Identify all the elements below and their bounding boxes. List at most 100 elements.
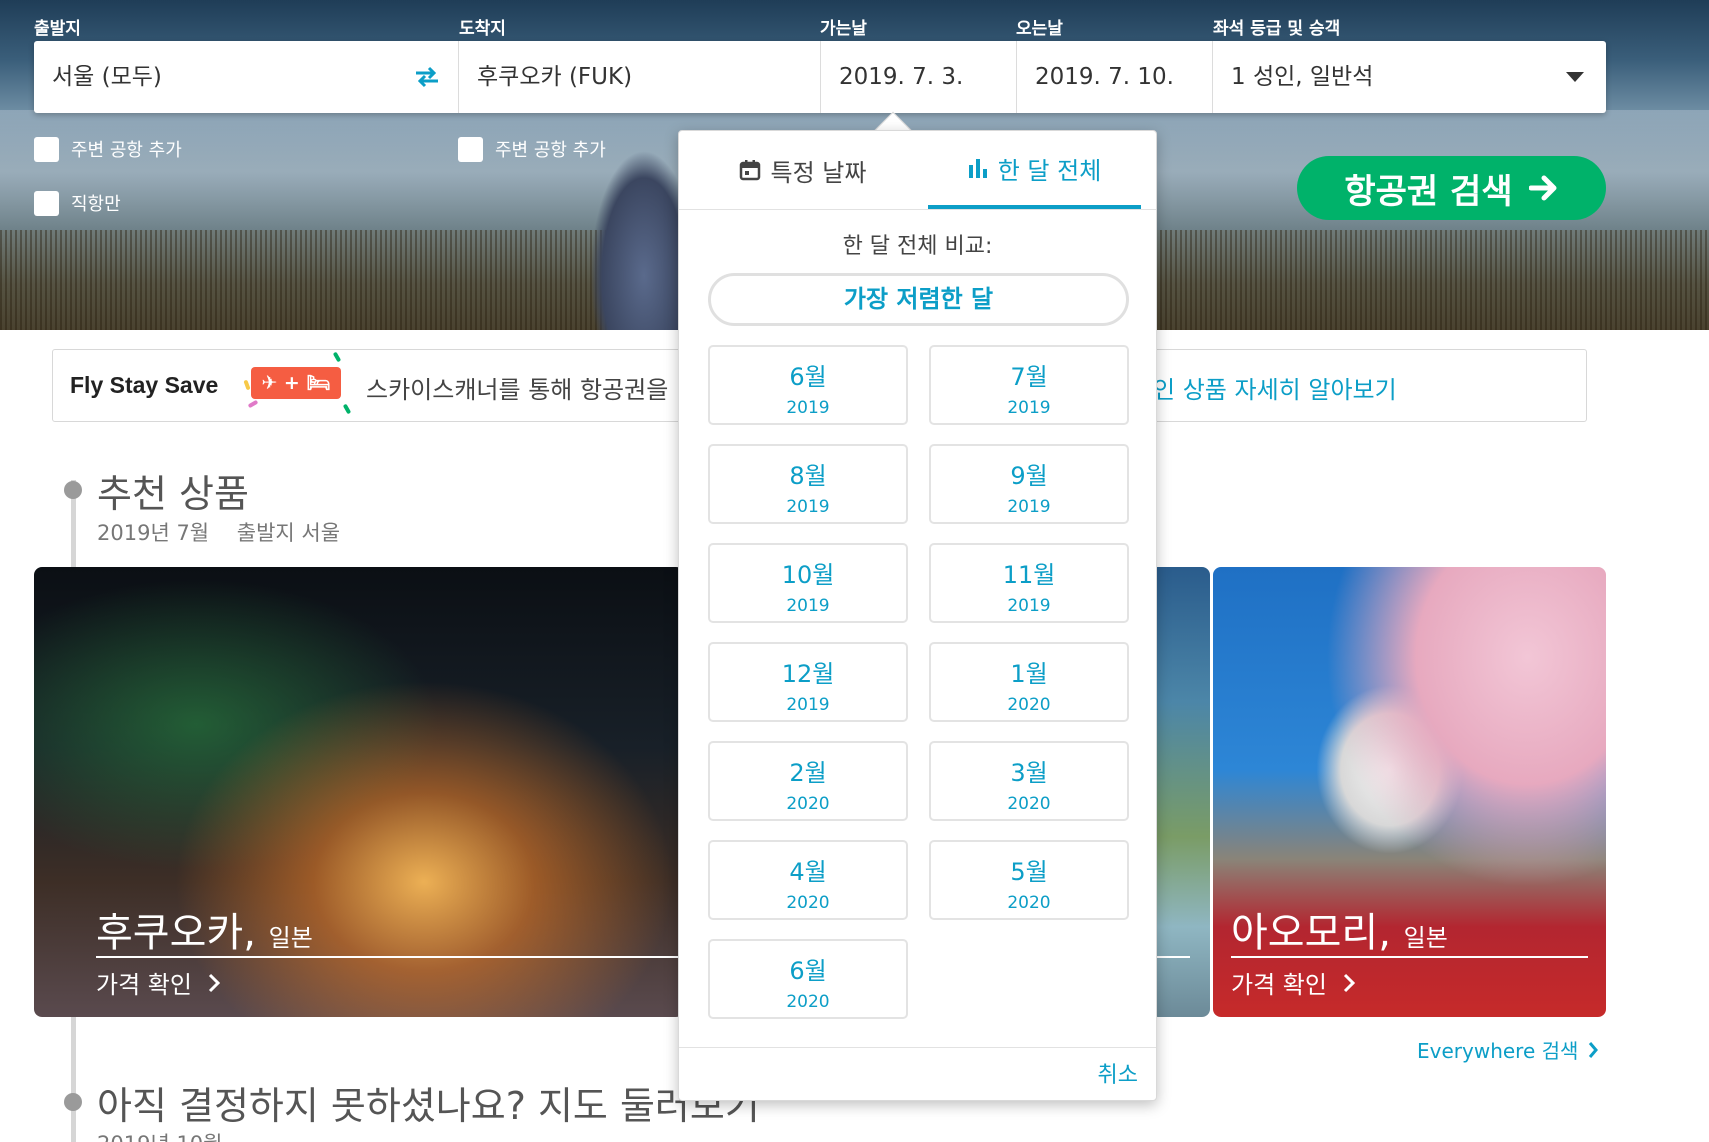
month-option[interactable]: 9월 2019: [929, 444, 1129, 524]
depart-label: 가는날: [820, 19, 867, 39]
search-button-label: 항공권 검색: [1344, 171, 1513, 212]
confetti-decoration: [342, 403, 352, 415]
confetti-decoration: [247, 399, 259, 409]
swap-icon[interactable]: [414, 66, 440, 88]
destination-card-partial[interactable]: [1150, 567, 1210, 1017]
timeline-dot: [64, 1093, 82, 1111]
destination-field[interactable]: 후쿠오카 (FUK): [459, 41, 821, 113]
nearby-origin-checkbox[interactable]: 주변 공항 추가: [34, 136, 182, 162]
cabin-select[interactable]: 1 성인, 일반석: [1213, 41, 1606, 113]
year-label: 2019: [786, 695, 830, 715]
confetti-decoration: [332, 351, 342, 363]
card-country: 일본: [1403, 924, 1448, 952]
cancel-button[interactable]: 취소: [1098, 1057, 1138, 1089]
fss-description: 스카이스캐너를 통해 항공권을: [366, 376, 669, 404]
destination-value: 후쿠오카 (FUK): [477, 64, 633, 90]
return-value: 2019. 7. 10.: [1035, 64, 1174, 90]
card-divider: [96, 956, 684, 958]
month-option[interactable]: 2월 2020: [708, 741, 908, 821]
search-bar: 서울 (모두) 후쿠오카 (FUK) 2019. 7. 3. 2019. 7. …: [34, 41, 1606, 113]
everywhere-search-link[interactable]: Everywhere 검색: [1417, 1035, 1599, 1064]
year-label: 2020: [1007, 695, 1051, 715]
tab-specific-date[interactable]: 특정 날짜: [679, 131, 926, 209]
tab-whole-month-label: 한 달 전체: [997, 156, 1102, 185]
year-label: 2019: [786, 596, 830, 616]
month-option[interactable]: 4월 2020: [708, 840, 908, 920]
month-option[interactable]: 6월 2020: [708, 939, 908, 1019]
nearby-dest-checkbox[interactable]: 주변 공항 추가: [458, 136, 606, 162]
tab-whole-month[interactable]: 한 달 전체: [928, 131, 1141, 209]
return-field[interactable]: 2019. 7. 10.: [1017, 41, 1213, 113]
tab-specific-date-label: 특정 날짜: [770, 158, 867, 187]
month-label: 4월: [789, 858, 827, 886]
fss-title: Fly Stay Save: [70, 372, 219, 398]
map-section-subtitle: 2019년 10월: [97, 1128, 222, 1142]
search-flights-button[interactable]: 항공권 검색: [1297, 156, 1606, 220]
month-option[interactable]: 6월 2019: [708, 345, 908, 425]
hero-person: [590, 150, 680, 330]
card-price-label: 가격 확인: [96, 971, 192, 999]
return-label: 오는날: [1016, 19, 1063, 39]
everywhere-label: Everywhere 검색: [1417, 1039, 1579, 1063]
origin-value: 서울 (모두): [52, 64, 162, 90]
year-label: 2020: [1007, 893, 1051, 913]
chevron-right-icon: [208, 973, 220, 992]
month-label: 11월: [1002, 561, 1056, 589]
compare-label: 한 달 전체 비교:: [842, 234, 993, 259]
month-label: 8월: [789, 462, 827, 490]
year-label: 2019: [1007, 398, 1051, 418]
arrow-right-icon: [1528, 175, 1557, 201]
destination-card-aomori[interactable]: 아오모리, 일본 가격 확인: [1213, 567, 1606, 1017]
recommended-subtitle: 2019년 7월 출발지 서울: [97, 521, 341, 545]
cabin-value: 1 성인, 일반석: [1231, 64, 1374, 90]
direct-only-checkbox[interactable]: 직항만: [34, 190, 121, 216]
depart-field[interactable]: 2019. 7. 3.: [821, 41, 1017, 113]
checkbox-box[interactable]: [34, 190, 59, 216]
month-label: 9월: [1010, 462, 1048, 490]
card-divider: [1231, 956, 1588, 958]
checkbox-box[interactable]: [458, 136, 483, 162]
month-label: 7월: [1010, 363, 1048, 391]
chevron-right-icon: [1589, 1041, 1599, 1058]
month-option[interactable]: 12월 2019: [708, 642, 908, 722]
checkbox-box[interactable]: [34, 136, 59, 162]
card-city-name: 후쿠오카, 일본: [96, 900, 313, 958]
card-price-link[interactable]: 가격 확인: [1231, 965, 1355, 1000]
month-picker-popup: 특정 날짜 한 달 전체 한 달 전체 비교: 가장 저렴한 달 6월 2019 7…: [678, 130, 1157, 1101]
month-option[interactable]: 5월 2020: [929, 840, 1129, 920]
chevron-down-icon: [1566, 72, 1584, 82]
confetti-decoration: [243, 379, 251, 391]
map-section-title: 아직 결정하지 못하셨나요? 지도 둘러보기: [97, 1084, 760, 1128]
nearby-dest-label: 주변 공항 추가: [495, 140, 606, 161]
card-country: 일본: [268, 924, 313, 952]
cabin-label: 좌석 등급 및 승객: [1213, 19, 1341, 39]
calendar-icon: [739, 160, 760, 181]
year-label: 2020: [786, 794, 830, 814]
depart-value: 2019. 7. 3.: [839, 64, 964, 90]
bar-chart-icon: [968, 159, 987, 178]
month-option[interactable]: 3월 2020: [929, 741, 1129, 821]
month-option[interactable]: 11월 2019: [929, 543, 1129, 623]
cheapest-month-button[interactable]: 가장 저렴한 달: [708, 273, 1129, 326]
year-label: 2020: [786, 893, 830, 913]
divider: [679, 209, 1156, 210]
month-label: 6월: [789, 957, 827, 985]
month-option[interactable]: 10월 2019: [708, 543, 908, 623]
fss-learn-more-link[interactable]: 인 상품 자세히 알아보기: [1153, 370, 1397, 405]
month-option[interactable]: 1월 2020: [929, 642, 1129, 722]
card-price-link[interactable]: 가격 확인: [96, 965, 220, 1000]
month-option[interactable]: 8월 2019: [708, 444, 908, 524]
month-label: 6월: [789, 363, 827, 391]
month-option[interactable]: 7월 2019: [929, 345, 1129, 425]
timeline-dot: [64, 481, 82, 499]
year-label: 2020: [786, 992, 830, 1012]
direct-only-label: 직항만: [71, 194, 121, 215]
destination-card-fukuoka[interactable]: 후쿠오카, 일본 가격 확인: [34, 567, 684, 1017]
year-label: 2019: [1007, 497, 1051, 517]
year-label: 2019: [786, 398, 830, 418]
year-label: 2020: [1007, 794, 1051, 814]
card-city: 아오모리,: [1231, 910, 1391, 956]
origin-field[interactable]: 서울 (모두): [34, 41, 459, 113]
month-label: 1월: [1010, 660, 1048, 688]
month-label: 10월: [781, 561, 835, 589]
